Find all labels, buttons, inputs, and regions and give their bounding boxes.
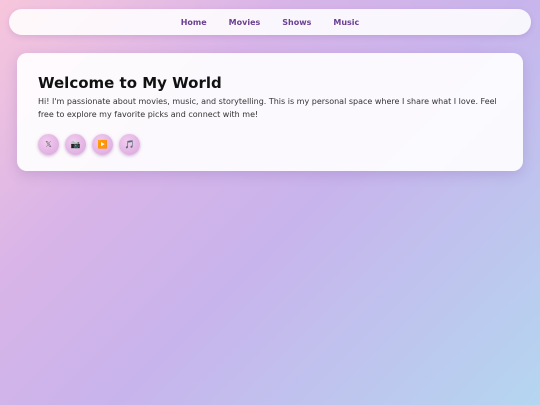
twitter-icon[interactable]: 𝕏	[38, 134, 59, 155]
nav-link-music[interactable]: Music	[333, 18, 359, 27]
camera-icon[interactable]: 📷	[65, 134, 86, 155]
nav-link-home[interactable]: Home	[181, 18, 207, 27]
intro-text: Hi! I'm passionate about movies, music, …	[38, 97, 497, 119]
nav-link-shows[interactable]: Shows	[282, 18, 311, 27]
navbar: Home Movies Shows Music	[9, 9, 531, 35]
social-links: 𝕏 📷 ▶️ 🎵	[38, 134, 502, 155]
page-title: Welcome to My World	[38, 74, 222, 92]
welcome-card: Welcome to My World Hi! I'm passionate a…	[17, 53, 523, 171]
music-icon[interactable]: 🎵	[119, 134, 140, 155]
youtube-icon[interactable]: ▶️	[92, 134, 113, 155]
nav-link-movies[interactable]: Movies	[229, 18, 261, 27]
